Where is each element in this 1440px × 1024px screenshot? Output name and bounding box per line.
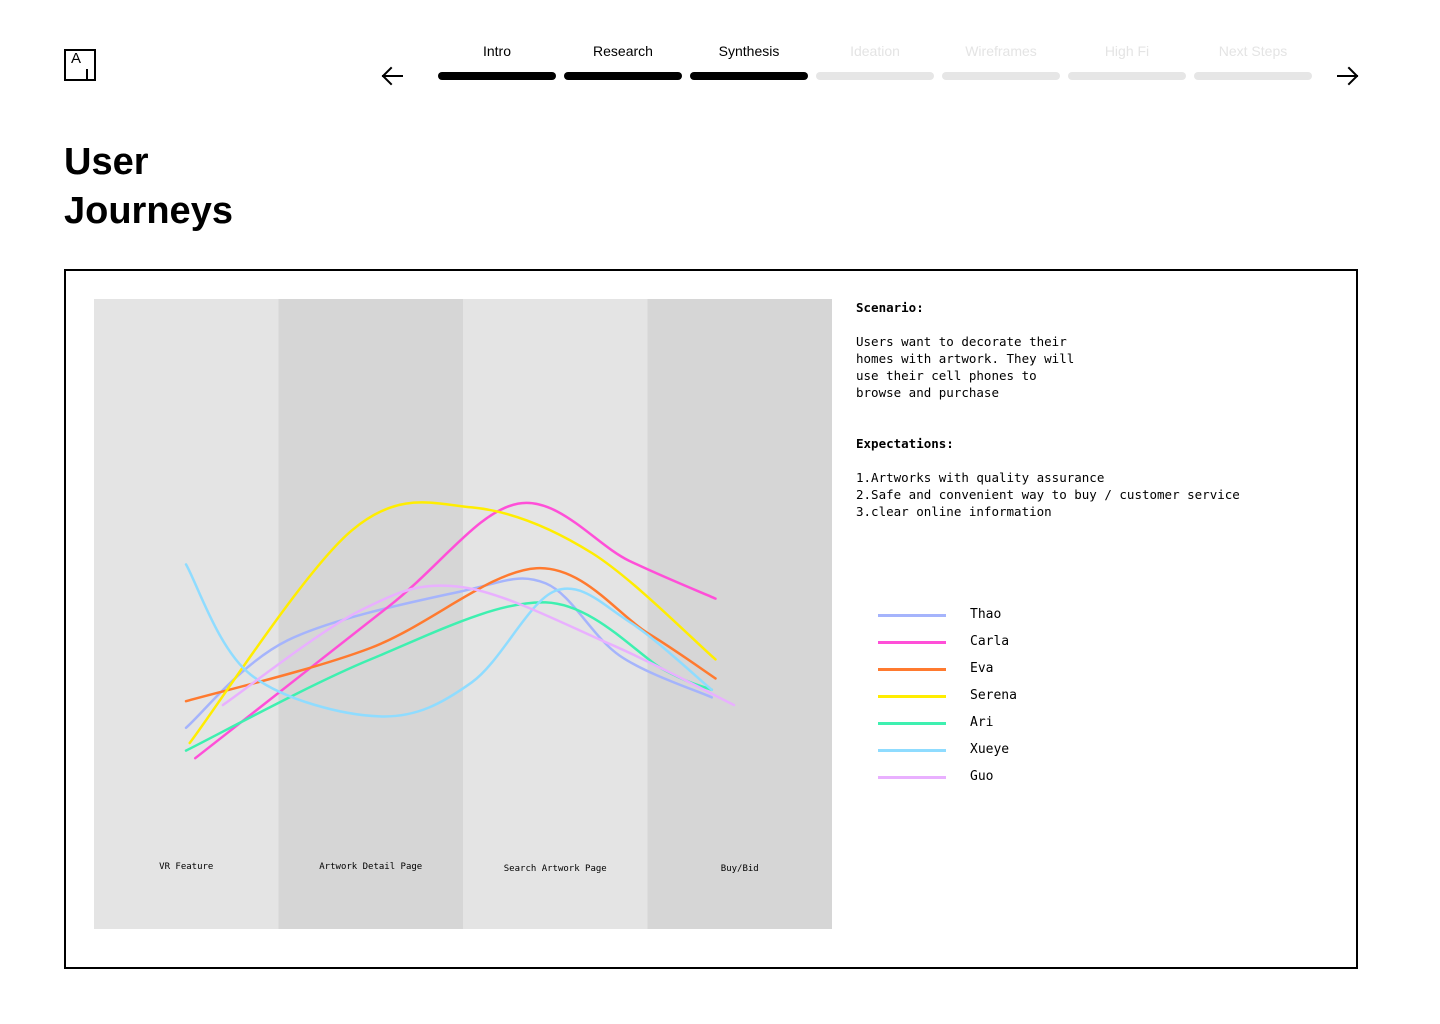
- stage-label: Search Artwork Page: [504, 864, 607, 874]
- step-label: Next Steps: [1218, 43, 1288, 59]
- step-progress-bar: [438, 72, 556, 80]
- legend-item: Carla: [878, 632, 1138, 659]
- logo-letter: A: [71, 50, 82, 67]
- user-journey-panel: VR Feature Artwork Detail Page Search Artw…: [64, 269, 1358, 969]
- stage-label: Buy/Bid: [721, 864, 759, 874]
- step-wireframes[interactable]: Wireframes: [942, 42, 1060, 82]
- step-next-steps[interactable]: Next Steps: [1194, 42, 1312, 82]
- step-synthesis[interactable]: Synthesis: [690, 42, 808, 82]
- legend-swatch: [878, 776, 946, 779]
- step-progress-bar: [1068, 72, 1186, 80]
- step-label: Wireframes: [965, 43, 1037, 59]
- step-progress-bar: [816, 72, 934, 80]
- step-research[interactable]: Research: [564, 42, 682, 82]
- step-progress-bar: [942, 72, 1060, 80]
- stage-label: VR Feature: [159, 862, 213, 872]
- legend-label: Xueye: [970, 742, 1010, 757]
- legend-label: Carla: [970, 634, 1010, 649]
- arrow-right-icon[interactable]: [1334, 62, 1362, 90]
- stage-label: Artwork Detail Page: [319, 862, 422, 872]
- page-title-line-2: Journeys: [64, 190, 233, 232]
- step-ideation[interactable]: Ideation: [816, 42, 934, 82]
- legend-swatch: [878, 614, 946, 617]
- legend-label: Ari: [970, 715, 994, 730]
- step-label: Research: [593, 43, 653, 59]
- step-high-fi[interactable]: High Fi: [1068, 42, 1186, 82]
- step-label: Ideation: [850, 43, 900, 59]
- step-label: Synthesis: [718, 43, 780, 59]
- legend-label: Serena: [970, 688, 1017, 703]
- legend-label: Guo: [970, 769, 994, 784]
- scenario-text: Users want to decorate their homes with …: [856, 334, 1075, 400]
- legend-item: Serena: [878, 686, 1138, 713]
- journey-chart-svg: VR Feature Artwork Detail Page Search Artw…: [94, 299, 832, 929]
- step-label: Intro: [482, 43, 511, 59]
- legend-swatch: [878, 641, 946, 644]
- legend-label: Thao: [970, 607, 1002, 622]
- page-title-line-1: User: [64, 141, 149, 183]
- chart-legend: Thao Carla Eva Serena Ari Xueye Guo: [878, 605, 1138, 794]
- expectations-list: 1.Artworks with quality assurance 2.Safe…: [856, 469, 1326, 520]
- legend-swatch: [878, 749, 946, 752]
- step-progress-bar: [564, 72, 682, 80]
- progress-steps: Intro Research Synthesis Ideation Wireframes…: [438, 42, 1312, 82]
- stage-band: [463, 299, 648, 929]
- expectations-heading: Expectations:: [856, 436, 954, 451]
- legend-swatch: [878, 695, 946, 698]
- logo-mark-bar: [86, 69, 88, 79]
- legend-label: Eva: [970, 661, 994, 676]
- step-progress-bar: [1194, 72, 1312, 80]
- page-title: User Journeys: [64, 138, 364, 236]
- scenario-heading: Scenario:: [856, 300, 924, 315]
- expectation-item: 1.Artworks with quality assurance: [856, 470, 1105, 485]
- legend-item: Thao: [878, 605, 1138, 632]
- logo[interactable]: A: [64, 49, 96, 81]
- step-progress-bar: [690, 72, 808, 80]
- step-intro[interactable]: Intro: [438, 42, 556, 82]
- expectation-item: 2.Safe and convenient way to buy / custo…: [856, 487, 1240, 502]
- legend-swatch: [878, 668, 946, 671]
- arrow-left-icon[interactable]: [378, 62, 406, 90]
- legend-item: Xueye: [878, 740, 1138, 767]
- legend-item: Guo: [878, 767, 1138, 794]
- step-label: High Fi: [1104, 43, 1150, 59]
- legend-item: Ari: [878, 713, 1138, 740]
- legend-item: Eva: [878, 659, 1138, 686]
- stage-band: [647, 299, 832, 929]
- expectation-item: 3.clear online information: [856, 504, 1052, 519]
- journey-chart: VR Feature Artwork Detail Page Search Artw…: [94, 299, 832, 929]
- stage-band: [94, 299, 279, 929]
- legend-swatch: [878, 722, 946, 725]
